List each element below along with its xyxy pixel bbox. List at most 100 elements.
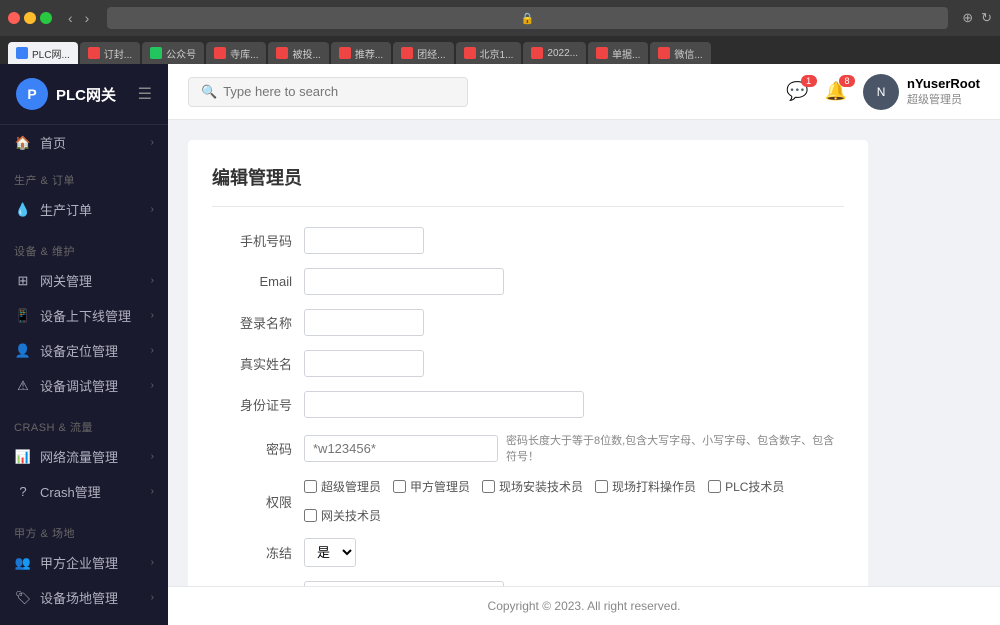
password-input[interactable] xyxy=(304,435,498,462)
chevron-gateway: › xyxy=(151,275,154,286)
browser-icons: ⊕ ↻ xyxy=(962,10,992,26)
search-box[interactable]: 🔍 xyxy=(188,77,468,107)
footer-text: Copyright © 2023. All right reserved. xyxy=(488,599,681,613)
form-row-phone: 手机号码 xyxy=(212,227,844,254)
chevron-home: › xyxy=(151,137,154,148)
form-row-login: 登录名称 xyxy=(212,309,844,336)
perm-super[interactable]: 超级管理员 xyxy=(304,478,381,495)
tab-label-10: 单据... xyxy=(612,46,640,61)
extensions-icon[interactable]: ⊕ xyxy=(962,10,973,26)
content-area: 编辑管理员 手机号码 Email 登录名称 真实 xyxy=(168,120,1000,586)
perm-operator-checkbox[interactable] xyxy=(595,480,608,493)
browser-tabs: PLC网... 订封... 公众号 寺库... 被投... 推荐... 团经..… xyxy=(0,36,1000,64)
user-details: nYuserRoot 超级管理员 xyxy=(907,76,980,107)
user-role: 超级管理员 xyxy=(907,91,980,107)
perm-installer-checkbox[interactable] xyxy=(482,480,495,493)
perm-network-checkbox[interactable] xyxy=(304,509,317,522)
perm-client-label: 甲方管理员 xyxy=(410,478,470,495)
forward-button[interactable]: › xyxy=(81,8,94,28)
venue-icon: 🏷 xyxy=(14,589,32,607)
perm-plc[interactable]: PLC技术员 xyxy=(708,478,784,495)
back-button[interactable]: ‹ xyxy=(64,8,77,28)
password-hint: 密码长度大于等于8位数,包含大写字母、小写字母、包含数字、包含符号！ xyxy=(506,432,844,464)
tab-6[interactable]: 推荐... xyxy=(331,42,391,64)
sidebar-label-production: 生产订单 xyxy=(40,200,92,219)
sidebar-label-gateway: 网关管理 xyxy=(40,271,92,290)
user-info[interactable]: N nYuserRoot 超级管理员 xyxy=(863,74,980,110)
address-bar[interactable]: 🔒 xyxy=(107,7,948,29)
message-button[interactable]: 💬 1 xyxy=(786,81,808,102)
perm-client[interactable]: 甲方管理员 xyxy=(393,478,470,495)
chevron-company: › xyxy=(151,557,154,568)
sidebar-label-home: 首页 xyxy=(40,133,66,152)
frozen-select[interactable]: 是 否 xyxy=(304,538,356,567)
browser-chrome: ‹ › 🔒 ⊕ ↻ xyxy=(0,0,1000,36)
tab-favicon-plc xyxy=(16,47,28,59)
sidebar-label-crash: Crash管理 xyxy=(40,482,101,501)
perm-plc-label: PLC技术员 xyxy=(725,478,784,495)
sidebar-item-crash[interactable]: ? Crash管理 › xyxy=(0,474,168,509)
perm-operator[interactable]: 现场打料操作员 xyxy=(595,478,696,495)
tab-2[interactable]: 订封... xyxy=(80,42,140,64)
user-name: nYuserRoot xyxy=(907,76,980,91)
chevron-device-online: › xyxy=(151,310,154,321)
sidebar-item-home[interactable]: 🏠 首页 › xyxy=(0,125,168,160)
tab-11[interactable]: 微信... xyxy=(650,42,710,64)
sidebar-item-traffic[interactable]: 📊 网络流量管理 › xyxy=(0,439,168,474)
perm-plc-checkbox[interactable] xyxy=(708,480,721,493)
browser-navigation: ‹ › xyxy=(64,8,93,28)
search-input[interactable] xyxy=(223,84,455,99)
tab-4[interactable]: 寺库... xyxy=(206,42,266,64)
close-window-button[interactable] xyxy=(8,12,20,24)
email-label: Email xyxy=(212,274,292,289)
perm-installer[interactable]: 现场安装技术员 xyxy=(482,478,583,495)
real-name-input[interactable] xyxy=(304,350,424,377)
tab-3[interactable]: 公众号 xyxy=(142,42,204,64)
tab-8[interactable]: 北京1... xyxy=(456,42,522,64)
tab-favicon-6 xyxy=(339,47,351,59)
sidebar-item-device-online[interactable]: 📱 设备上下线管理 › xyxy=(0,298,168,333)
tab-favicon-11 xyxy=(658,47,670,59)
perm-super-label: 超级管理员 xyxy=(321,478,381,495)
id-card-input[interactable] xyxy=(304,391,584,418)
page-title: 编辑管理员 xyxy=(212,164,844,207)
search-icon: 🔍 xyxy=(201,84,217,100)
tab-10[interactable]: 单据... xyxy=(588,42,648,64)
tab-favicon-9 xyxy=(531,47,543,59)
tab-7[interactable]: 团经... xyxy=(393,42,453,64)
perm-super-checkbox[interactable] xyxy=(304,480,317,493)
sidebar-item-production[interactable]: 💧 生产订单 › xyxy=(0,192,168,227)
logo-icon: P xyxy=(16,78,48,110)
tab-label-9: 2022... xyxy=(547,48,578,59)
email-input[interactable] xyxy=(304,268,504,295)
id-card-label: 身份证号 xyxy=(212,395,292,414)
phone-input[interactable] xyxy=(304,227,424,254)
tab-favicon-5 xyxy=(276,47,288,59)
section-title-crash: CRASH & 流量 xyxy=(0,415,168,439)
notification-button[interactable]: 🔔 8 xyxy=(825,81,847,102)
refresh-icon[interactable]: ↻ xyxy=(981,10,992,26)
form-row-realname: 真实姓名 xyxy=(212,350,844,377)
sidebar-item-device-location[interactable]: 👤 设备定位管理 › xyxy=(0,333,168,368)
login-name-input[interactable] xyxy=(304,309,424,336)
perm-client-checkbox[interactable] xyxy=(393,480,406,493)
sidebar-item-gateway[interactable]: ⊞ 网关管理 › xyxy=(0,263,168,298)
company-icon: 👥 xyxy=(14,554,32,572)
hamburger-icon[interactable]: ☰ xyxy=(138,84,152,104)
tab-9[interactable]: 2022... xyxy=(523,42,586,64)
tab-5[interactable]: 被投... xyxy=(268,42,328,64)
form-row-password: 密码 密码长度大于等于8位数,包含大写字母、小写字母、包含数字、包含符号！ xyxy=(212,432,844,464)
tab-plc[interactable]: PLC网... xyxy=(8,42,78,64)
sidebar-item-device-debug[interactable]: ⚠ 设备调试管理 › xyxy=(0,368,168,403)
sidebar-item-company[interactable]: 👥 甲方企业管理 › xyxy=(0,545,168,580)
section-title-client: 甲方 & 场地 xyxy=(0,521,168,545)
sidebar-item-venue[interactable]: 🏷 设备场地管理 › xyxy=(0,580,168,615)
tab-label-8: 北京1... xyxy=(480,46,514,61)
frozen-label: 冻结 xyxy=(212,543,292,562)
maximize-window-button[interactable] xyxy=(40,12,52,24)
perm-network[interactable]: 网关技术员 xyxy=(304,507,381,524)
minimize-window-button[interactable] xyxy=(24,12,36,24)
footer: Copyright © 2023. All right reserved. xyxy=(168,586,1000,625)
tab-favicon-3 xyxy=(150,47,162,59)
chevron-production: › xyxy=(151,204,154,215)
